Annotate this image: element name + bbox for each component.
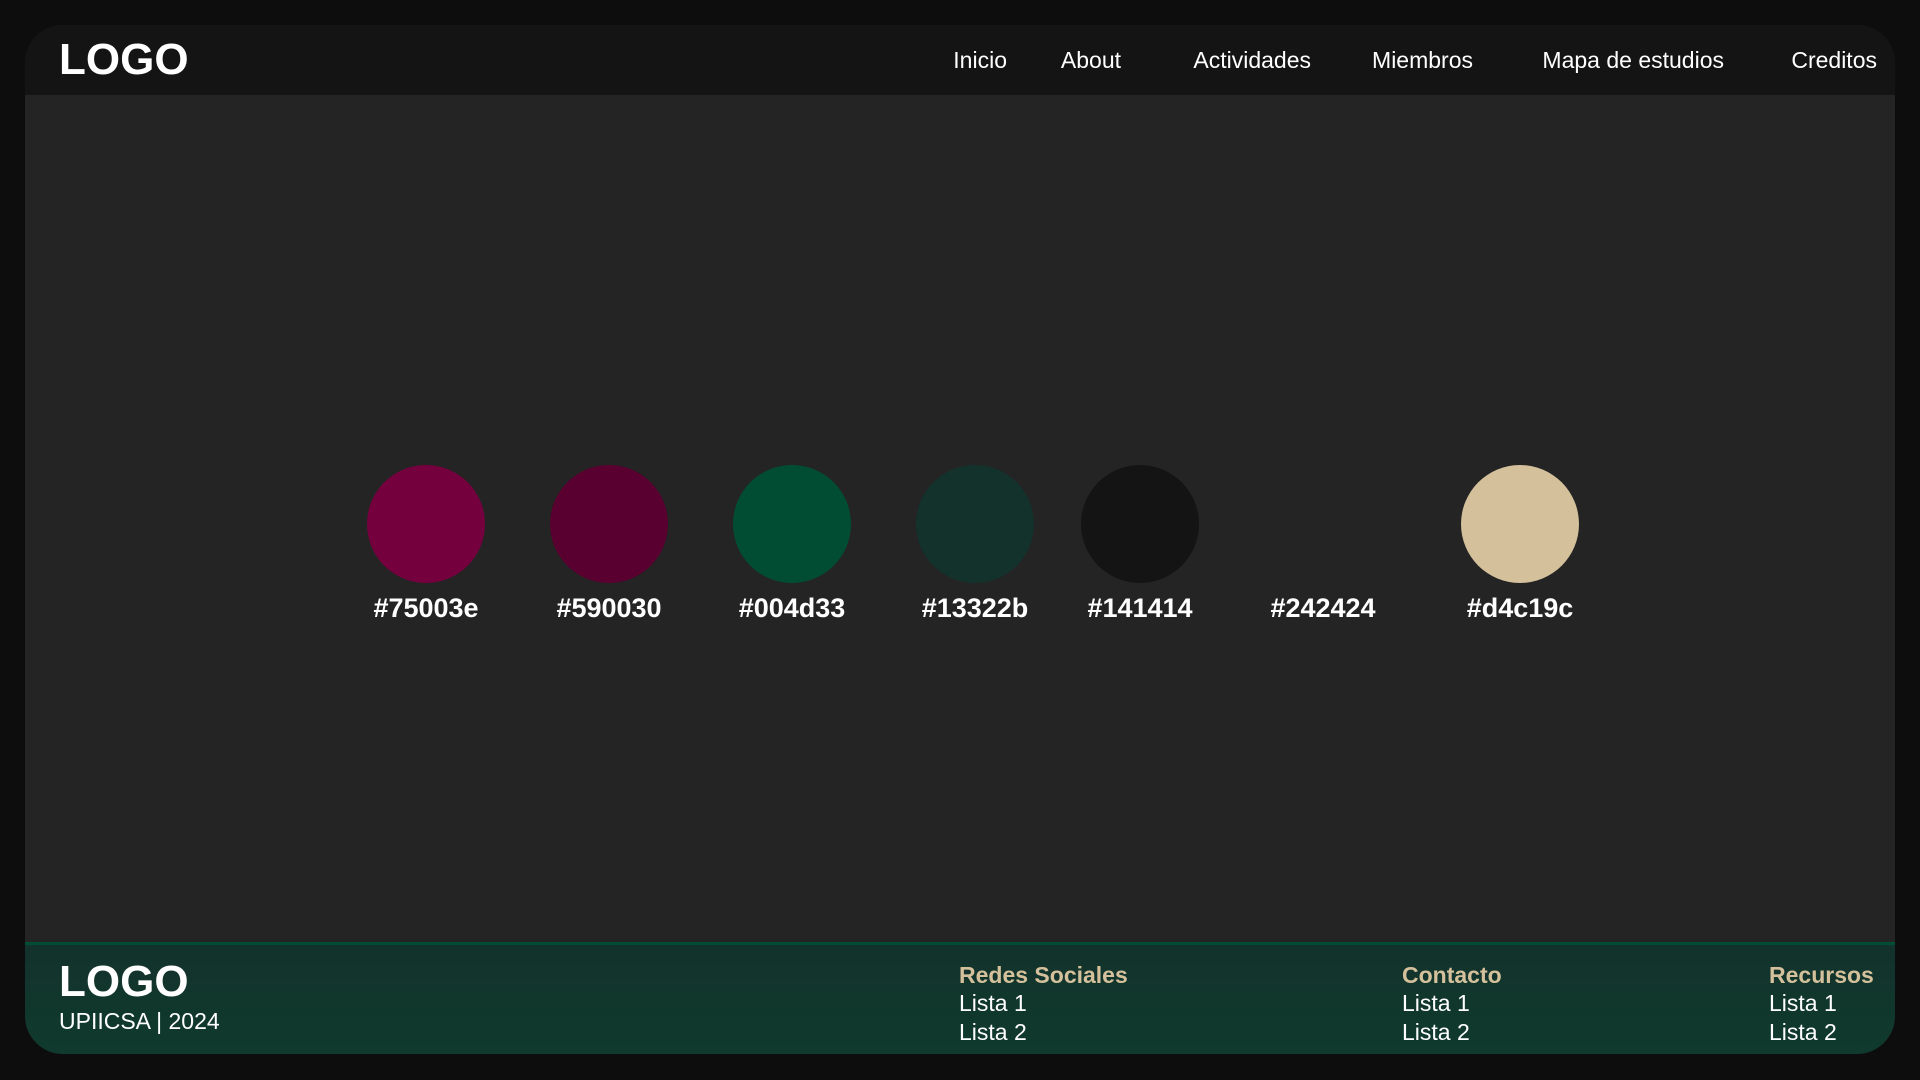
swatch-item: #590030	[539, 465, 679, 625]
swatch-label: #004d33	[738, 593, 846, 623]
swatch-item: #004d33	[722, 465, 862, 625]
footer-column-redes-sociales: Redes Sociales Lista 1 Lista 2	[959, 961, 1128, 1047]
swatch-label: #d4c19c	[1466, 593, 1574, 623]
footer-link[interactable]: Lista 1	[1769, 989, 1874, 1018]
footer-column-recursos: Recursos Lista 1 Lista 2	[1769, 961, 1874, 1047]
footer-column-title: Contacto	[1402, 962, 1502, 988]
swatch-circle	[1264, 465, 1382, 583]
page-frame: LOGO Inicio About Actividades Miembros M…	[25, 25, 1895, 1054]
footer-link[interactable]: Lista 2	[1402, 1018, 1502, 1047]
swatch-label: #75003e	[373, 593, 479, 623]
footer: LOGO UPIICSA | 2024 Redes Sociales Lista…	[25, 942, 1895, 1054]
swatch-circle	[916, 465, 1034, 583]
swatch-item: #d4c19c	[1450, 465, 1590, 625]
footer-subtitle: UPIICSA | 2024	[59, 1008, 220, 1034]
swatch-circle	[367, 465, 485, 583]
swatch-circle	[1461, 465, 1579, 583]
color-palette: #75003e #590030 #004d33 #13322b #141414 …	[25, 25, 1895, 1054]
footer-logo[interactable]: LOGO	[59, 957, 189, 1007]
swatch-label: #590030	[556, 593, 662, 623]
footer-column-contacto: Contacto Lista 1 Lista 2	[1402, 961, 1502, 1047]
swatch-item: #242424	[1253, 465, 1393, 625]
swatch-item: #13322b	[905, 465, 1045, 625]
footer-column-title: Recursos	[1769, 962, 1874, 988]
swatch-label: #13322b	[921, 593, 1029, 623]
swatch-item: #75003e	[356, 465, 496, 625]
swatch-label: #141414	[1087, 593, 1193, 623]
swatch-circle	[1081, 465, 1199, 583]
swatch-label: #242424	[1270, 593, 1376, 623]
footer-link[interactable]: Lista 1	[959, 989, 1128, 1018]
swatch-item: #141414	[1070, 465, 1210, 625]
footer-link[interactable]: Lista 1	[1402, 989, 1502, 1018]
footer-link[interactable]: Lista 2	[1769, 1018, 1874, 1047]
swatch-circle	[550, 465, 668, 583]
footer-link[interactable]: Lista 2	[959, 1018, 1128, 1047]
swatch-circle	[733, 465, 851, 583]
footer-column-title: Redes Sociales	[959, 962, 1128, 988]
